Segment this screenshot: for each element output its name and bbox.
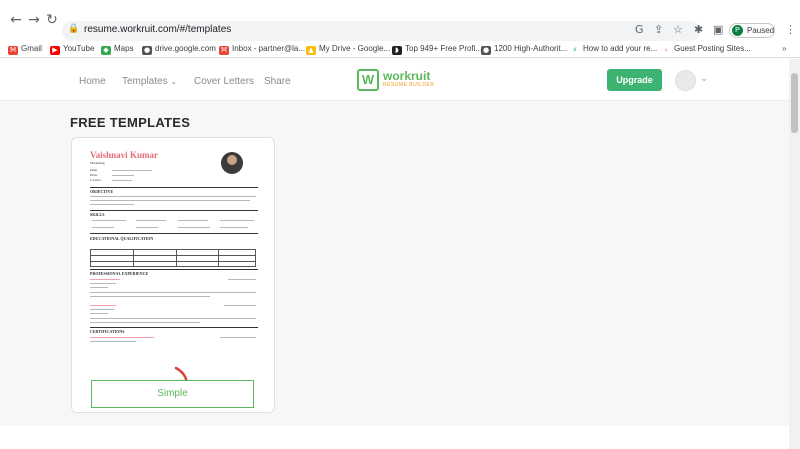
template-card-simple[interactable]: Vaishnavi Kumar Marketing Email Phone Lo… bbox=[71, 137, 275, 413]
resume-name: Vaishnavi Kumar bbox=[90, 150, 158, 160]
templates-section: FREE TEMPLATES Vaishnavi Kumar Marketing… bbox=[0, 101, 789, 426]
side-panel-icon[interactable]: ▣ bbox=[713, 23, 723, 36]
upgrade-button[interactable]: Upgrade bbox=[607, 69, 662, 91]
address-bar[interactable]: 🔒 resume.workruit.com/#/templates bbox=[62, 21, 700, 41]
resume-section-experience: PROFESSIONAL EXPERIENCE bbox=[90, 271, 149, 276]
bookmark-maps[interactable]: ◆ Maps bbox=[101, 44, 134, 55]
google-translate-icon[interactable]: G bbox=[635, 23, 644, 36]
share-icon[interactable]: ⇪ bbox=[654, 23, 663, 36]
bookmarks-overflow-icon[interactable]: » bbox=[782, 44, 786, 53]
profile-photo bbox=[221, 152, 243, 174]
resume-info-location: Location bbox=[90, 178, 101, 182]
back-arrow-icon[interactable]: ← bbox=[8, 12, 24, 28]
url-text: resume.workruit.com/#/templates bbox=[84, 24, 232, 35]
bookmark-top-949[interactable]: ◗ Top 949+ Free Profi... bbox=[392, 44, 482, 55]
youtube-icon: ▶ bbox=[50, 46, 60, 55]
gmail-icon: M bbox=[219, 46, 229, 55]
star-icon[interactable]: ☆ bbox=[673, 23, 683, 36]
bookmark-high-authority[interactable]: ● 1200 High-Authorit... bbox=[481, 44, 567, 55]
logo-tagline: RESUME BUILDER bbox=[383, 82, 435, 88]
profile-status-label: Paused bbox=[747, 26, 775, 35]
globe-icon: ● bbox=[481, 46, 491, 55]
nav-cover-letters[interactable]: Cover Letters bbox=[194, 76, 254, 87]
resume-section-education: EDUCATIONAL QUALIFICATION bbox=[90, 236, 154, 241]
page-footer-area bbox=[0, 426, 789, 449]
chevron-down-icon[interactable]: ⌄ bbox=[700, 73, 708, 84]
extensions-icon[interactable]: ✱ bbox=[694, 23, 703, 36]
use-template-simple-button[interactable]: Simple bbox=[91, 380, 254, 408]
bookmark-inbox[interactable]: M Inbox - partner@la... bbox=[219, 44, 305, 55]
profile-paused-button[interactable]: P Paused bbox=[729, 23, 775, 38]
bookmark-how-to-add[interactable]: ⚡ How to add your re... bbox=[570, 44, 657, 55]
resume-section-certifications: CERTIFICATIONS bbox=[90, 329, 125, 334]
bookmark-guest-posting[interactable]: › Guest Posting Sites... bbox=[661, 44, 751, 55]
resume-info-phone: Phone bbox=[90, 173, 98, 177]
reload-icon[interactable]: ↻ bbox=[44, 12, 60, 28]
nav-home[interactable]: Home bbox=[79, 76, 106, 87]
browser-toolbar: ← → ↻ 🔒 resume.workruit.com/#/templates … bbox=[0, 0, 800, 41]
resume-section-objective: OBJECTIVE bbox=[90, 189, 114, 194]
workruit-logo[interactable]: W workruit RESUME BUILDER bbox=[357, 69, 437, 91]
resume-role: Marketing bbox=[90, 161, 105, 165]
lock-icon: 🔒 bbox=[68, 24, 80, 34]
forward-arrow-icon[interactable]: → bbox=[26, 12, 42, 28]
resume-section-skills: SKILLS bbox=[90, 212, 105, 217]
bookmark-drive-site[interactable]: ● drive.google.com bbox=[142, 44, 216, 55]
chevron-down-icon: ⌄ bbox=[170, 77, 178, 86]
globe-icon: ● bbox=[142, 46, 152, 55]
profile-avatar: P bbox=[732, 25, 743, 36]
chevron-icon: › bbox=[661, 46, 671, 55]
logo-wordmark: workruit bbox=[383, 69, 431, 83]
bolt-icon: ⚡ bbox=[570, 46, 580, 55]
bookmark-gmail[interactable]: M Gmail bbox=[8, 44, 42, 55]
user-avatar-icon[interactable] bbox=[675, 70, 696, 91]
site-header: Home Templates ⌄ Cover Letters Share W w… bbox=[0, 59, 789, 101]
maps-icon: ◆ bbox=[101, 46, 111, 55]
scrollbar-thumb[interactable] bbox=[791, 73, 798, 133]
nav-templates[interactable]: Templates ⌄ bbox=[122, 76, 177, 87]
more-menu-icon[interactable]: ⋮ bbox=[785, 23, 796, 36]
nav-share[interactable]: Share bbox=[264, 76, 291, 87]
page-scrollbar[interactable] bbox=[789, 59, 800, 449]
resume-info-email: Email bbox=[90, 168, 98, 172]
education-table bbox=[90, 249, 256, 267]
bookmarks-bar: M Gmail ▶ YouTube ◆ Maps ● drive.google.com … bbox=[0, 41, 800, 58]
gmail-icon: M bbox=[8, 46, 18, 55]
section-title: FREE TEMPLATES bbox=[70, 115, 191, 130]
bookmark-my-drive[interactable]: ▲ My Drive - Google... bbox=[306, 44, 390, 55]
logo-mark-icon: W bbox=[357, 69, 379, 91]
resume-preview: Vaishnavi Kumar Marketing Email Phone Lo… bbox=[88, 148, 260, 373]
bookmark-youtube[interactable]: ▶ YouTube bbox=[50, 44, 94, 55]
drive-icon: ▲ bbox=[306, 46, 316, 55]
site-icon: ◗ bbox=[392, 46, 402, 55]
